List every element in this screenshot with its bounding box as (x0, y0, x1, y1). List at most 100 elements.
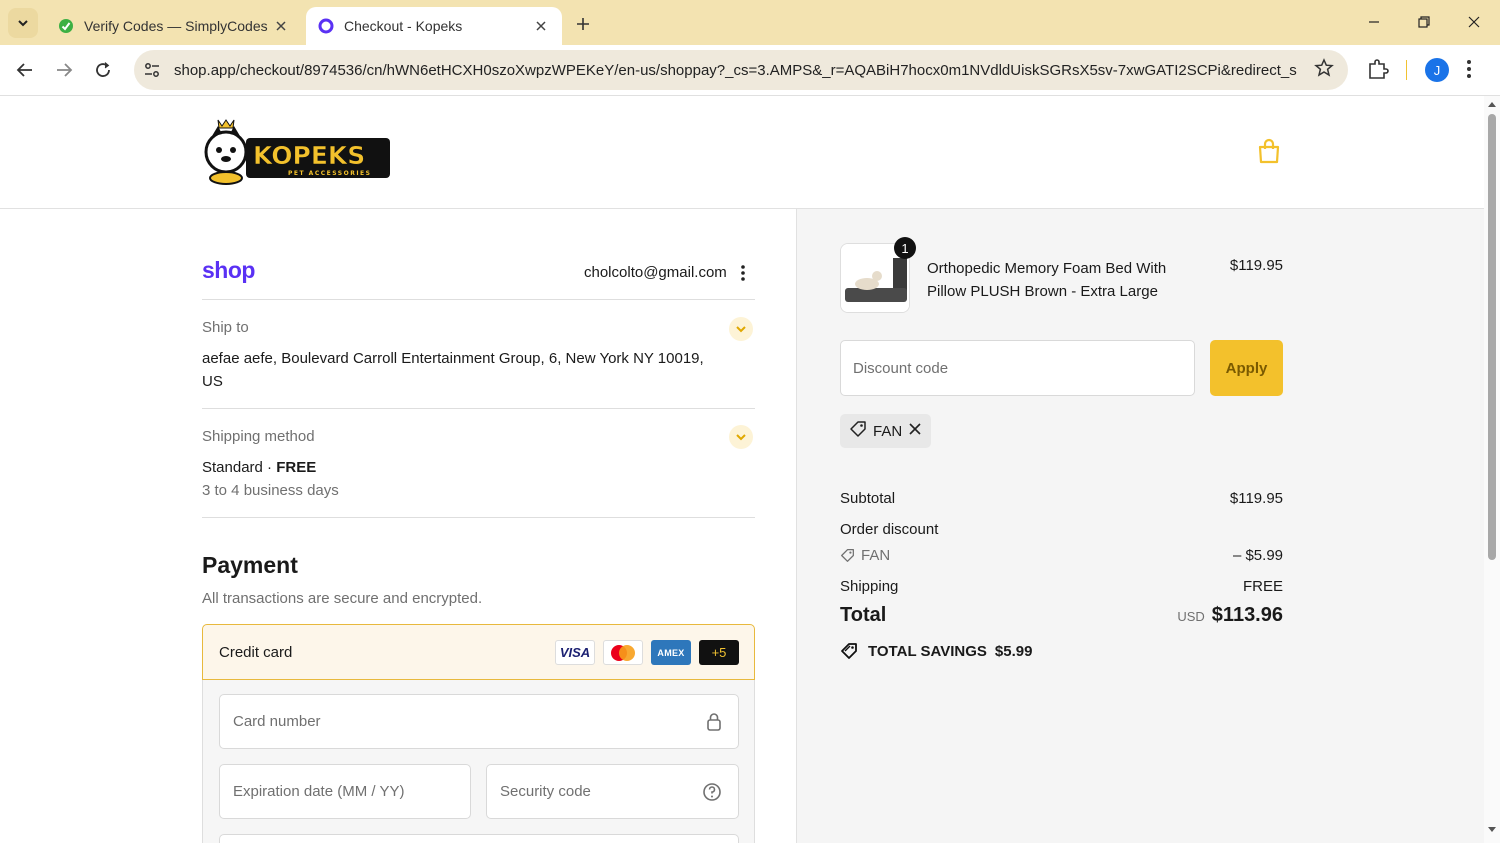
expiration-placeholder: Expiration date (MM / YY) (233, 783, 405, 800)
close-tab-icon[interactable] (272, 17, 290, 35)
simplycodes-favicon-icon (58, 18, 74, 34)
chevron-down-icon (18, 20, 28, 27)
total-savings: TOTAL SAVINGS $5.99 (840, 642, 1032, 660)
back-button[interactable] (10, 55, 40, 85)
remove-discount-icon[interactable] (908, 422, 922, 440)
address-line-1: aefae aefe, Boulevard Carroll Entertainm… (202, 350, 704, 367)
profile-avatar[interactable]: J (1425, 58, 1449, 82)
shipping-method-expand-button[interactable] (729, 425, 753, 449)
account-email: cholcolto@gmail.com (584, 264, 727, 281)
subtotal-row: Subtotal $119.95 (840, 490, 1283, 507)
more-cards-badge: +5 (699, 640, 739, 665)
shop-favicon-icon (318, 18, 334, 34)
chevron-down-icon (736, 434, 746, 441)
discount-code-input[interactable]: Discount code (840, 340, 1195, 396)
page-scrollbar[interactable] (1484, 96, 1500, 843)
total-savings-value: $5.99 (994, 642, 1033, 660)
credit-card-option[interactable]: Credit card VISA AMEX +5 (202, 624, 755, 680)
scroll-down-icon[interactable] (1487, 826, 1497, 834)
close-tab-icon[interactable] (532, 17, 550, 35)
total-label: Total (840, 604, 887, 626)
browser-tab-strip: Verify Codes — SimplyCodes Checkout - Ko… (0, 0, 1500, 45)
scrollbar-thumb[interactable] (1488, 114, 1496, 560)
total-savings-label: TOTAL SAVINGS (868, 642, 987, 660)
forward-button[interactable] (49, 55, 79, 85)
tab-simplycodes[interactable]: Verify Codes — SimplyCodes (46, 7, 302, 45)
restore-icon (1418, 16, 1430, 28)
security-code-field[interactable]: Security code (486, 764, 739, 819)
payment-heading: Payment (202, 552, 298, 578)
tab-title: Verify Codes — SimplyCodes (84, 18, 268, 34)
total-value: $113.96 (1211, 604, 1283, 626)
logo-subtext: PET ACCESSORIES (288, 170, 371, 177)
ship-to-expand-button[interactable] (729, 317, 753, 341)
shipping-method-value: Standard · FREE (202, 456, 316, 479)
chevron-down-icon (736, 326, 746, 333)
subtotal-label: Subtotal (840, 490, 896, 507)
shipping-method-label: Shipping method (202, 428, 315, 445)
total-amount-group: USD $113.96 (1177, 604, 1283, 627)
scroll-up-icon[interactable] (1487, 100, 1497, 108)
name-on-card-field[interactable] (219, 834, 739, 843)
card-number-field[interactable]: Card number (219, 694, 739, 749)
apply-discount-button[interactable]: Apply (1210, 340, 1283, 396)
shipping-label: Shipping (840, 578, 899, 595)
tab-title: Checkout - Kopeks (344, 18, 463, 34)
discount-code-name: FAN (861, 547, 891, 564)
shipping-value: FREE (1242, 578, 1283, 595)
reload-icon (96, 62, 110, 77)
shipping-eta: 3 to 4 business days (202, 482, 339, 499)
site-info-icon[interactable] (140, 58, 164, 82)
divider (202, 299, 755, 300)
minimize-icon (1369, 21, 1379, 23)
logo-wordmark: KOPEKS (253, 141, 365, 170)
quantity-badge: 1 (894, 237, 916, 259)
visa-icon: VISA (555, 640, 595, 665)
arrow-right-icon (57, 63, 73, 77)
product-name: Orthopedic Memory Foam Bed With Pillow P… (927, 260, 1167, 300)
credit-card-label: Credit card (219, 644, 293, 661)
reload-button[interactable] (88, 55, 118, 85)
tab-checkout-kopeks[interactable]: Checkout - Kopeks (306, 7, 562, 45)
applied-discount-chip: FAN (840, 414, 932, 448)
url-text[interactable]: shop.app/checkout/8974536/cn/hWN6etHCXH0… (174, 62, 1298, 79)
shipping-method-price: FREE (276, 459, 317, 476)
toolbar-divider (1406, 60, 1407, 80)
new-tab-button[interactable] (570, 11, 596, 37)
address-bar[interactable]: shop.app/checkout/8974536/cn/hWN6etHCXH0… (134, 50, 1348, 90)
account-menu-icon[interactable] (740, 264, 746, 287)
applied-code-text: FAN (873, 422, 903, 440)
tab-search-button[interactable] (8, 8, 38, 38)
discount-amount: – $5.99 (1232, 547, 1283, 564)
divider (202, 517, 755, 518)
help-circle-icon[interactable] (702, 782, 722, 806)
total-row: Total USD $113.96 (840, 604, 1283, 627)
browser-menu-icon[interactable] (1466, 58, 1472, 85)
expiration-date-field[interactable]: Expiration date (MM / YY) (219, 764, 471, 819)
minimize-button[interactable] (1354, 8, 1394, 36)
shopping-bag-icon[interactable] (1256, 138, 1282, 169)
bookmark-star-icon[interactable] (1314, 58, 1334, 83)
discount-code-placeholder: Discount code (853, 359, 949, 377)
divider (202, 408, 755, 409)
checkout-page: KOPEKS PET ACCESSORIES shop cholcolto@gm… (0, 96, 1484, 843)
security-code-placeholder: Security code (500, 783, 591, 800)
tag-icon (849, 420, 867, 442)
amex-icon: AMEX (651, 640, 691, 665)
restore-button[interactable] (1404, 8, 1444, 36)
tag-icon (841, 549, 854, 562)
close-icon (1468, 16, 1480, 28)
ship-to-address: aefae aefe, Boulevard Carroll Entertainm… (202, 347, 722, 393)
extensions-icon[interactable] (1366, 57, 1390, 86)
ship-to-label: Ship to (202, 319, 249, 336)
total-currency: USD (1177, 609, 1205, 624)
arrow-left-icon (16, 63, 32, 77)
subtotal-value: $119.95 (1229, 490, 1283, 507)
shop-pay-logo: shop (202, 257, 255, 283)
address-line-2: US (202, 373, 223, 390)
close-window-button[interactable] (1454, 8, 1494, 36)
order-discount-label: Order discount (840, 521, 939, 538)
discount-code-row: FAN – $5.99 (840, 547, 1283, 564)
lock-icon (706, 712, 722, 736)
kopeks-logo[interactable]: KOPEKS PET ACCESSORIES (202, 118, 392, 186)
